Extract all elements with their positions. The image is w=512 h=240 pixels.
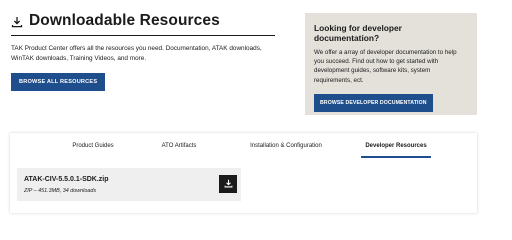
title-divider — [11, 35, 275, 36]
resources-header: Downloadable Resources TAK Product Cente… — [11, 12, 275, 92]
tab-ato-artifacts[interactable]: ATO Artifacts — [151, 143, 207, 149]
tab-product-guides[interactable]: Product Guides — [63, 143, 123, 149]
browse-all-resources-button[interactable]: BROWSE ALL RESOURCES — [11, 73, 106, 92]
browse-developer-docs-button[interactable]: BROWSE DEVELOPER DOCUMENTATION — [314, 93, 433, 112]
page-title: Downloadable Resources — [11, 12, 275, 30]
download-button[interactable] — [219, 175, 237, 193]
file-meta: ZIP – 451.3MB, 34 downloads — [24, 188, 97, 194]
page-title-text: Downloadable Resources — [29, 12, 220, 29]
tab-developer-resources[interactable]: Developer Resources — [361, 143, 431, 149]
active-tab-indicator — [361, 156, 431, 158]
callout-heading: Looking for developer documentation? — [314, 23, 402, 43]
tab-installation-configuration[interactable]: Installation & Configuration — [239, 143, 333, 149]
intro-text: TAK Product Center offers all the resour… — [11, 45, 262, 62]
download-icon — [11, 15, 23, 28]
resource-tabs: Product Guides ATO Artifacts Installatio… — [10, 143, 477, 159]
resources-card: Product Guides ATO Artifacts Installatio… — [10, 133, 477, 213]
file-name: ATAK-CIV-5.5.0.1-SDK.zip — [24, 176, 109, 183]
developer-docs-callout: Looking for developer documentation? We … — [305, 13, 477, 115]
download-icon — [224, 175, 233, 193]
callout-body: We offer a array of developer documentat… — [314, 49, 457, 84]
file-item: ATAK-CIV-5.5.0.1-SDK.zip ZIP – 451.3MB, … — [17, 168, 241, 201]
